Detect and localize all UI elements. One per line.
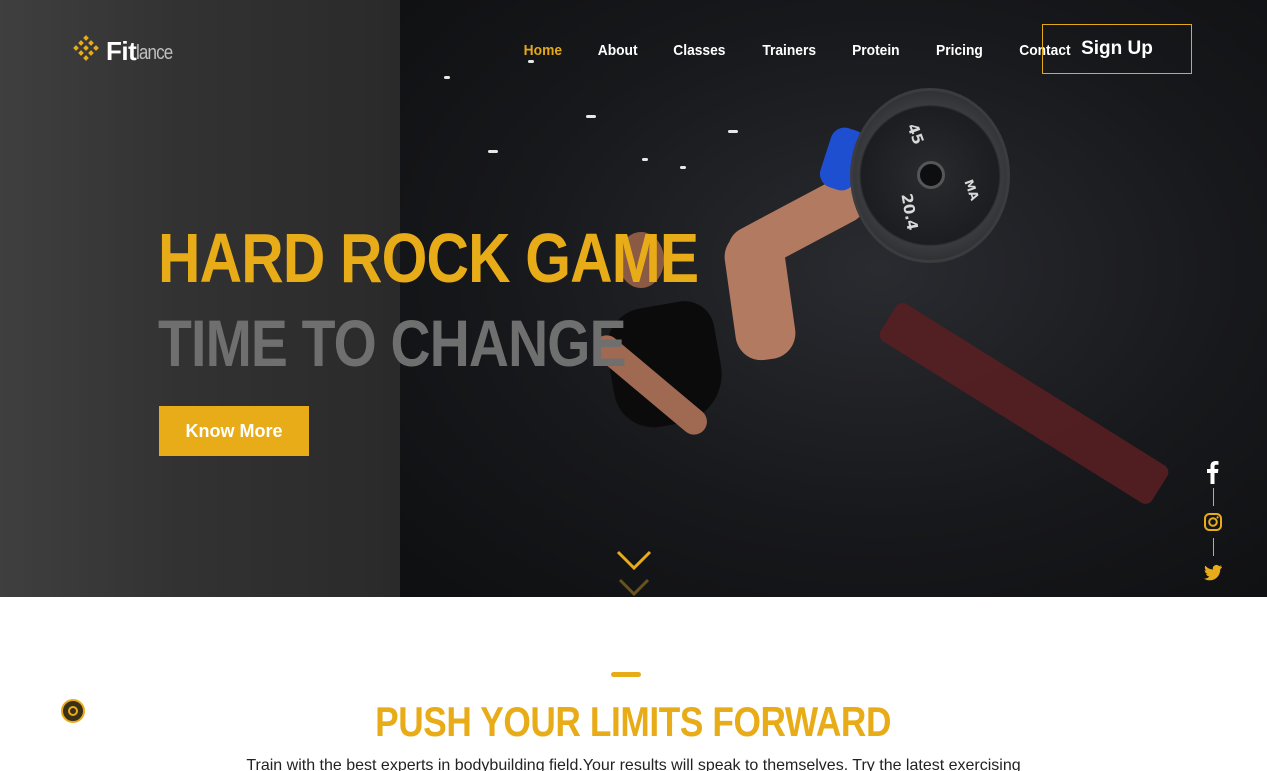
floating-widget-ring	[68, 706, 78, 716]
know-more-button[interactable]: Know More	[159, 406, 309, 456]
leg-press-seat	[876, 300, 1172, 507]
section-title-text: PUSH YOUR LIMITS FORWARD	[375, 698, 892, 745]
plate-label: MA	[961, 177, 982, 203]
floating-widget-icon[interactable]	[61, 699, 85, 723]
nav-item-classes[interactable]: Classes	[659, 40, 741, 62]
social-links	[1199, 458, 1227, 586]
weight-plate: 45 20.4 MA	[850, 88, 1010, 263]
facebook-icon[interactable]	[1199, 458, 1227, 486]
nav-item-about[interactable]: About	[583, 40, 652, 62]
ceiling-light	[586, 115, 596, 118]
scroll-down-icon[interactable]	[616, 548, 652, 597]
ceiling-light	[728, 130, 738, 133]
ceiling-light	[680, 166, 686, 169]
section-title: PUSH YOUR LIMITS FORWARD	[0, 697, 1267, 747]
brand-name-strong: Fit	[106, 36, 137, 66]
nav-item-protein[interactable]: Protein	[837, 40, 914, 62]
social-divider	[1212, 488, 1214, 506]
plate-label: 45	[903, 121, 928, 147]
brand-logo[interactable]: Fit lance	[72, 35, 179, 66]
hero-title: HARD ROCK GAME	[158, 219, 699, 297]
plate-label: 20.4	[897, 192, 922, 232]
ceiling-light	[642, 158, 648, 161]
plate-hub	[917, 161, 945, 189]
site-header: Fit lance Home About Classes Trainers Pr…	[0, 0, 1267, 100]
main-nav: Home About Classes Trainers Protein Pric…	[506, 40, 1089, 62]
section-description: Train with the best experts in bodybuild…	[246, 757, 1021, 771]
limits-section: PUSH YOUR LIMITS FORWARD Train with the …	[0, 597, 1267, 771]
brand-name-light: lance	[136, 42, 173, 64]
hero-subtitle: TIME TO CHANGE	[158, 306, 627, 380]
logo-diamond-icon	[72, 35, 100, 63]
nav-item-home[interactable]: Home	[509, 40, 577, 62]
section-accent-bar	[611, 672, 641, 677]
sign-up-button[interactable]: Sign Up	[1042, 24, 1192, 74]
twitter-icon[interactable]	[1199, 558, 1227, 586]
nav-item-trainers[interactable]: Trainers	[747, 40, 830, 62]
instagram-icon[interactable]	[1199, 508, 1227, 536]
social-divider	[1212, 538, 1214, 556]
nav-item-pricing[interactable]: Pricing	[921, 40, 997, 62]
ceiling-light	[488, 150, 498, 153]
